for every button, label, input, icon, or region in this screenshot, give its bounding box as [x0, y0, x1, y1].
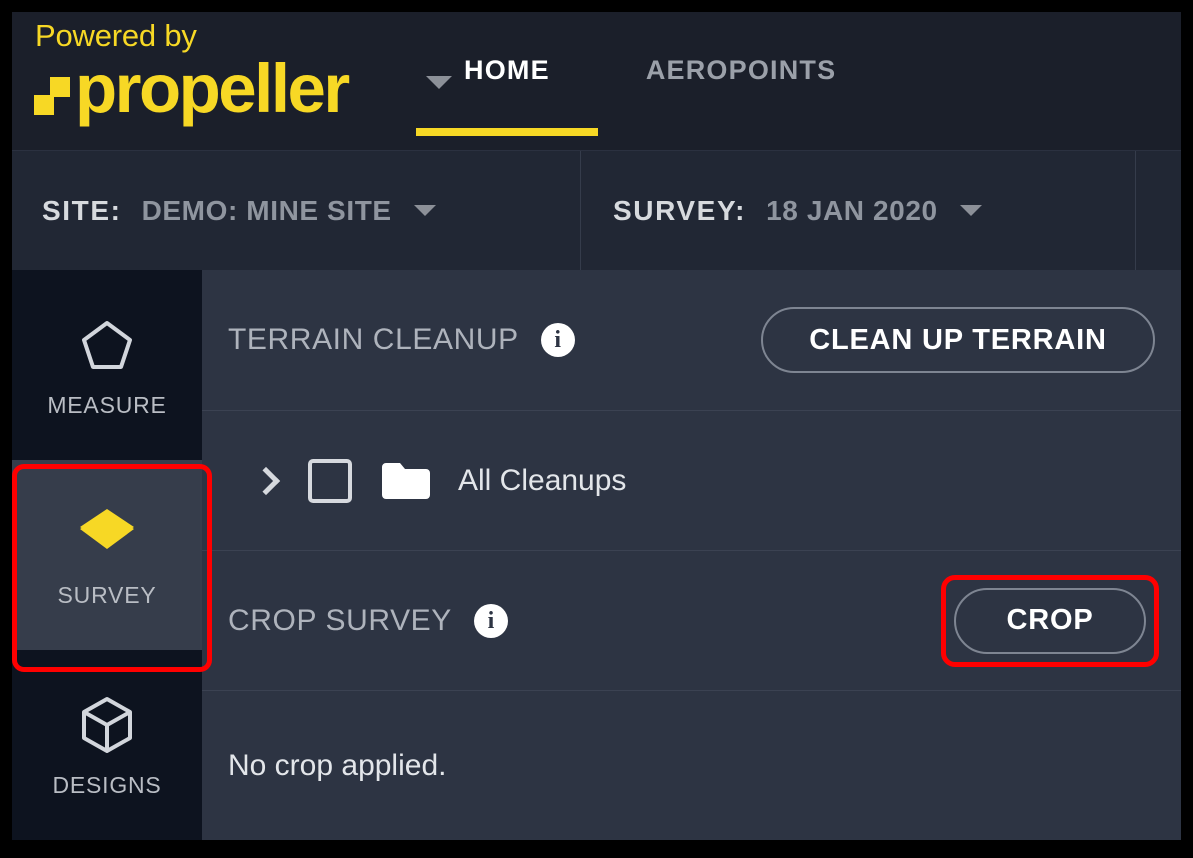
survey-value: 18 JAN 2020	[766, 194, 938, 226]
sidebar-item-measure-label: MEASURE	[47, 391, 167, 418]
propeller-wordmark: propeller	[75, 50, 350, 127]
info-icon[interactable]: i	[540, 323, 575, 357]
terrain-cleanup-title: TERRAIN CLEANUP	[228, 323, 519, 356]
propeller-logo: propeller	[34, 50, 350, 127]
sidebar-item-survey-label: SURVEY	[57, 581, 157, 608]
terrain-cleanup-row: TERRAIN CLEANUP i CLEAN UP TERRAIN	[202, 270, 1181, 410]
site-selector[interactable]: SITE: DEMO: MINE SITE	[12, 151, 580, 270]
left-sidebar: MEASURE SURVEY DESIGNS	[12, 270, 202, 840]
tab-home-label: HOME	[464, 54, 550, 85]
chevron-down-icon[interactable]	[959, 205, 982, 216]
info-icon[interactable]: i	[473, 603, 508, 638]
folder-icon	[380, 461, 432, 501]
survey-label: SURVEY:	[613, 194, 747, 226]
crop-status-text: No crop applied.	[228, 748, 447, 782]
all-cleanups-row[interactable]: All Cleanups	[202, 410, 1181, 550]
chevron-down-icon[interactable]	[413, 205, 436, 216]
clean-up-terrain-button[interactable]: CLEAN UP TERRAIN	[761, 307, 1155, 373]
crop-button-label: CROP	[1006, 604, 1094, 636]
brand-area[interactable]: Powered by propeller	[12, 12, 452, 150]
crop-survey-row: CROP SURVEY i CROP	[202, 550, 1181, 690]
survey-panel: TERRAIN CLEANUP i CLEAN UP TERRAIN All C…	[202, 270, 1181, 840]
selector-bar-filler	[1135, 151, 1181, 270]
crop-button-highlight-annotation: CROP	[941, 574, 1159, 667]
crop-survey-title: CROP SURVEY	[228, 603, 452, 637]
propeller-app-window: Powered by propeller HOME AEROPOINTS SIT…	[12, 12, 1181, 840]
clean-up-terrain-button-label: CLEAN UP TERRAIN	[809, 323, 1107, 356]
sidebar-item-designs[interactable]: DESIGNS	[12, 650, 202, 840]
sidebar-item-survey[interactable]: SURVEY	[12, 460, 202, 650]
crop-button[interactable]: CROP	[954, 587, 1146, 654]
site-value: DEMO: MINE SITE	[141, 194, 392, 226]
tab-home[interactable]: HOME	[416, 12, 598, 150]
crop-status-row: No crop applied.	[202, 690, 1181, 840]
cube-icon	[79, 692, 135, 758]
site-survey-selector-bar: SITE: DEMO: MINE SITE SURVEY: 18 JAN 202…	[12, 150, 1181, 270]
all-cleanups-label: All Cleanups	[458, 463, 627, 497]
top-navigation-bar: Powered by propeller HOME AEROPOINTS	[12, 12, 1181, 150]
checkbox-unchecked-icon[interactable]	[308, 458, 352, 503]
pentagon-icon	[80, 312, 134, 378]
propeller-squares-logo-icon	[34, 76, 72, 115]
tab-aeropoints[interactable]: AEROPOINTS	[598, 12, 885, 150]
tab-aeropoints-label: AEROPOINTS	[645, 54, 837, 85]
survey-selector[interactable]: SURVEY: 18 JAN 2020	[580, 151, 1135, 270]
nav-tabs: HOME AEROPOINTS	[416, 12, 884, 150]
sidebar-item-measure[interactable]: MEASURE	[12, 270, 202, 460]
chevron-right-icon[interactable]	[251, 466, 281, 495]
sidebar-item-designs-label: DESIGNS	[52, 771, 162, 798]
app-body: MEASURE SURVEY DESIGNS TERRAIN CLEANUP i…	[12, 270, 1181, 840]
site-label: SITE:	[42, 194, 122, 226]
layers-icon	[76, 502, 138, 568]
